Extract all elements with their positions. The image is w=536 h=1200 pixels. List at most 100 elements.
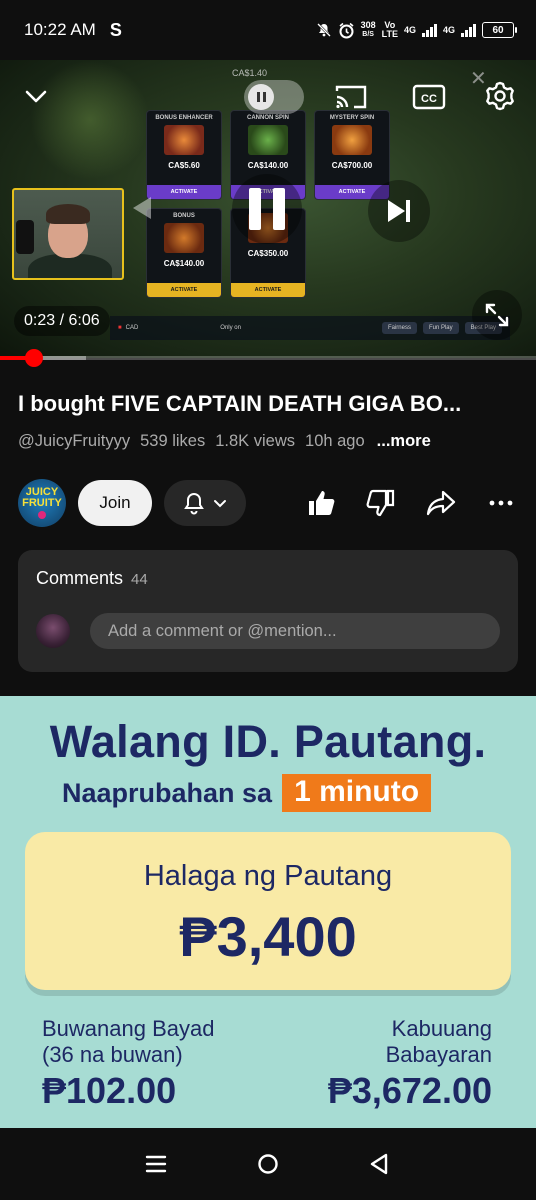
status-icons: 308 B/S Vo LTE 4G 4G 60	[316, 21, 517, 39]
avatar-line-2: FRUITY	[22, 497, 62, 509]
game-card-button: ACTIVATE	[147, 283, 221, 297]
mute-icon	[316, 23, 331, 37]
channel-actions: JUICY FRUITY Join	[18, 478, 518, 528]
settings-button[interactable]	[482, 78, 518, 114]
home-button[interactable]	[248, 1144, 288, 1184]
collapse-button[interactable]	[20, 80, 52, 112]
game-card-title: CANNON SPIN	[246, 115, 289, 121]
pause-button[interactable]	[232, 174, 302, 244]
game-card-button: ACTIVATE	[231, 283, 305, 297]
game-currency-label: CAD	[125, 325, 139, 331]
comments-count: 44	[131, 571, 148, 588]
thumbs-up-icon	[309, 491, 335, 515]
ad-banner[interactable]: Walang ID. Pautang. Naaprubahan sa 1 min…	[0, 696, 536, 1128]
recents-button[interactable]	[136, 1144, 176, 1184]
total-label-line-2: Babayaran	[385, 1042, 492, 1067]
game-card-price: CA$5.60	[168, 161, 200, 170]
game-card-price: CA$700.00	[331, 161, 373, 170]
fullscreen-icon	[485, 303, 509, 327]
loan-amount-value: ₱3,400	[179, 905, 357, 968]
game-fun-play: Fun Play	[422, 322, 459, 334]
chevron-down-icon	[214, 500, 226, 508]
svg-text:CC: CC	[421, 93, 437, 105]
game-card-art	[332, 125, 372, 155]
game-card-title: BONUS ENHANCER	[155, 115, 213, 121]
notifications-button[interactable]	[164, 480, 246, 526]
previous-button[interactable]	[120, 186, 160, 230]
chevron-down-icon	[25, 90, 47, 103]
like-button[interactable]	[304, 486, 338, 520]
more-link[interactable]: ...more	[377, 432, 431, 451]
net-speed: 308 B/S	[361, 21, 376, 39]
game-card-price: CA$350.00	[247, 249, 289, 258]
join-button[interactable]: Join	[78, 480, 152, 526]
net-speed-value: 308	[360, 20, 376, 30]
loan-amount-card: Halaga ng Pautang ₱3,400	[25, 832, 511, 990]
channel-avatar[interactable]: JUICY FRUITY	[18, 479, 66, 527]
video-title[interactable]: I bought FIVE CAPTAIN DEATH GIGA BO...	[18, 391, 524, 417]
ad-headline: Walang ID. Pautang.	[49, 716, 487, 767]
game-footer: ■ CAD Only on Fairness Fun Play Best Play	[110, 316, 510, 340]
autoplay-toggle[interactable]	[244, 80, 304, 114]
system-nav-bar	[0, 1128, 536, 1200]
back-icon	[370, 1153, 388, 1175]
streamer-hair	[46, 204, 90, 224]
ad-subheadline: Naaprubahan sa 1 minuto	[62, 774, 432, 812]
game-card-price: CA$140.00	[163, 259, 205, 268]
game-top-price: CA$1.40	[232, 68, 268, 78]
game-card-art	[164, 223, 204, 253]
progress-bar[interactable]	[0, 349, 536, 367]
monthly-payment-label: Buwanang Bayad (36 na buwan)	[42, 1016, 214, 1068]
app-notification-icon: S	[109, 19, 122, 40]
monthly-label-line-2: (36 na buwan)	[42, 1042, 183, 1067]
signal-1-icon	[421, 23, 437, 37]
recents-icon	[145, 1155, 167, 1173]
loan-amount-label: Halaga ng Pautang	[143, 860, 393, 892]
captions-button[interactable]: CC	[410, 80, 448, 114]
game-card-title: MYSTERY SPIN	[329, 115, 375, 121]
comments-title: Comments	[36, 568, 124, 588]
game-only-on: Only on	[220, 325, 241, 331]
skip-next-icon	[388, 200, 410, 222]
status-bar: 10:22 AM S 308 B/S Vo LTE 4G 4G 60	[0, 0, 536, 60]
cast-button[interactable]	[332, 80, 370, 114]
thumbs-down-icon	[366, 489, 395, 517]
status-time: 10:22 AM	[24, 20, 96, 39]
pause-icon	[243, 188, 291, 230]
total-label-line-1: Kabuuang	[391, 1016, 492, 1041]
sim2-type: 4G	[442, 25, 455, 35]
video-player[interactable]: CA$1.40 ✕ BONUS ENHANCER CA$5.60 ACTIVAT…	[0, 60, 536, 358]
microphone	[16, 220, 34, 254]
total-payment-label: Kabuuang Babayaran	[386, 1016, 492, 1068]
comments-panel[interactable]: Comments 44 Add a comment or @mention...	[18, 550, 518, 672]
volte-indicator: Vo LTE	[382, 21, 398, 39]
alarm-icon	[339, 22, 354, 38]
next-button[interactable]	[368, 180, 430, 242]
game-card-art	[164, 125, 204, 155]
back-button[interactable]	[360, 1144, 400, 1184]
channel-handle[interactable]: @JuicyFruityyy	[18, 432, 130, 451]
monthly-label-line-1: Buwanang Bayad	[42, 1016, 215, 1041]
sim1-type: 4G	[403, 25, 416, 35]
dislike-button[interactable]	[364, 486, 398, 520]
like-count: 539 likes	[140, 432, 206, 450]
autoplay-toggle-icon	[248, 84, 274, 110]
game-fairness: Fairness	[381, 322, 417, 334]
progress-scrubber[interactable]	[24, 349, 43, 367]
gear-icon	[486, 81, 514, 111]
time-readout: 0:23 / 6:06	[14, 306, 110, 336]
share-button[interactable]	[424, 486, 458, 520]
signal-2-icon	[461, 23, 476, 37]
fullscreen-button[interactable]	[472, 290, 522, 340]
more-options-button[interactable]	[484, 486, 518, 520]
skip-previous-icon	[133, 197, 151, 219]
video-metadata[interactable]: @JuicyFruityyy 539 likes 1.8K views 10h …	[18, 432, 431, 451]
upload-age: 10h ago	[305, 432, 365, 450]
game-currency: ■ CAD	[118, 325, 139, 331]
total-payment-value: ₱3,672.00	[327, 1070, 492, 1111]
share-icon	[426, 490, 456, 516]
home-icon	[258, 1154, 278, 1174]
cast-icon	[335, 85, 367, 109]
avatar-badge	[38, 511, 46, 519]
comment-input[interactable]: Add a comment or @mention...	[90, 613, 500, 649]
